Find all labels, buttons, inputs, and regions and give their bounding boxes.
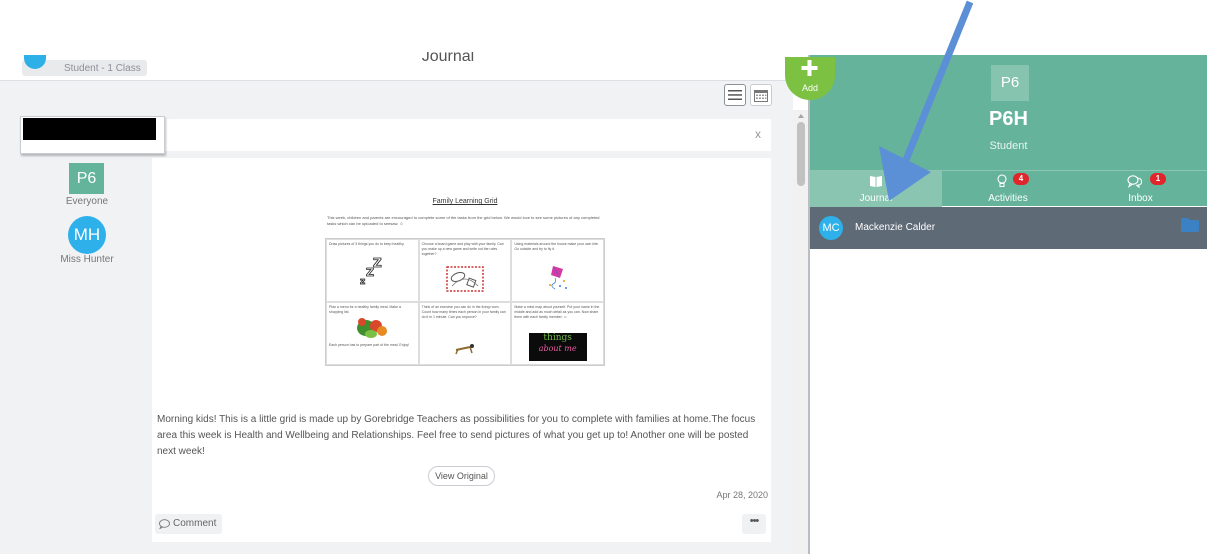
class-switcher-label: Student - 1 Class <box>64 63 141 74</box>
grid-cell: Make a mind map about yourself. Put your… <box>511 302 604 365</box>
filter-bar <box>160 119 771 151</box>
activities-badge: 4 <box>1013 173 1029 185</box>
lightbulb-icon <box>997 174 1007 187</box>
scroll-up-arrow-icon[interactable] <box>797 113 805 119</box>
scrollbar-thumb[interactable] <box>797 122 805 186</box>
post-caption: Morning kids! This is a little grid is m… <box>157 414 756 457</box>
annotation-arrow <box>879 0 974 201</box>
redaction-box <box>23 118 156 140</box>
exercise-icon <box>455 344 474 355</box>
grid-title: Family Learning Grid <box>432 198 498 205</box>
add-label: Add <box>802 83 818 93</box>
vegetables-icon <box>357 318 388 338</box>
chat-bubbles-icon <box>1126 175 1142 188</box>
grid-table: Draw pictures of 3 things you do to keep… <box>325 238 605 366</box>
class-filter-tile[interactable]: P6 <box>69 163 104 194</box>
add-button[interactable]: Add <box>785 57 835 101</box>
list-view-button[interactable] <box>724 84 746 106</box>
kite-icon <box>548 266 567 290</box>
calendar-icon <box>754 89 768 102</box>
svg-text:z: z <box>360 277 365 286</box>
everyone-label: Everyone <box>65 196 109 207</box>
sleep-zzz-icon: ZZz <box>360 256 383 286</box>
grid-cell: Using materials around the house make yo… <box>511 239 604 302</box>
grid-cell: Plan a menu for a healthy family meal. M… <box>326 302 419 365</box>
post-date: Apr 28, 2020 <box>716 490 768 500</box>
teacher-name: Miss Hunter <box>60 254 114 265</box>
view-toggle <box>724 84 772 106</box>
comment-label: Comment <box>173 518 217 529</box>
comment-icon <box>159 519 170 529</box>
teacher-avatar[interactable]: MH <box>68 216 106 254</box>
more-options-button[interactable]: ••• <box>742 514 766 534</box>
student-name: Mackenzie Calder <box>855 222 936 233</box>
grid-cell: Choose a board game and play with your f… <box>418 239 512 302</box>
view-original-button[interactable]: View Original <box>428 466 495 486</box>
class-tile: P6 <box>991 65 1029 101</box>
board-game-icon <box>446 266 484 292</box>
svg-text:Z: Z <box>373 256 382 270</box>
list-icon <box>728 90 742 100</box>
things-about-me-image: things about me <box>528 333 587 361</box>
grid-intro: This week, children and parents are enco… <box>327 215 600 226</box>
grid-cell: Draw pictures of 3 things you do to keep… <box>326 239 419 302</box>
inbox-badge: 1 <box>1150 173 1166 185</box>
svg-text:Z: Z <box>366 266 374 279</box>
page-title: Journal <box>421 52 475 65</box>
calendar-view-button[interactable] <box>750 84 772 106</box>
grid-cell: Think of an exercise you can do in the l… <box>418 302 512 365</box>
close-filter-button[interactable]: x <box>750 126 766 142</box>
student-avatar: MC <box>819 216 843 240</box>
tab-inbox[interactable]: 1 Inbox <box>1074 171 1207 207</box>
folder-icon[interactable] <box>1181 218 1199 232</box>
tab-inbox-label: Inbox <box>1128 193 1153 204</box>
